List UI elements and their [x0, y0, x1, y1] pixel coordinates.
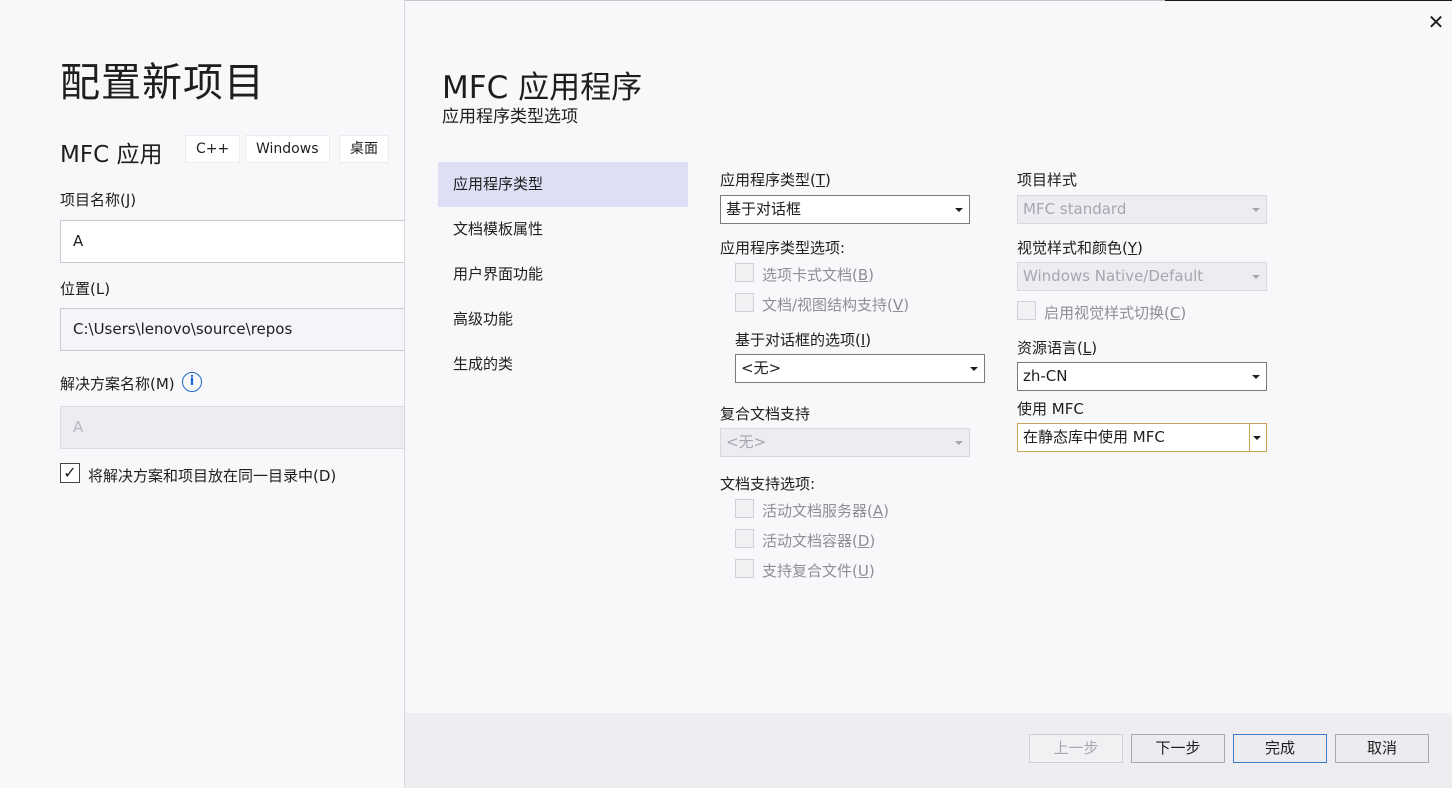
enable-visual-switch-label: 启用视觉样式切换(C) [1044, 304, 1187, 322]
nav-item-advanced[interactable]: 高级功能 [438, 297, 688, 342]
same-dir-checkbox[interactable]: ✓ [60, 463, 80, 483]
active-doc-container-label: 活动文档容器(D) [762, 532, 876, 550]
mfc-wizard-dialog: ✕ MFC 应用程序 应用程序类型选项 应用程序类型 文档模板属性 用户界面功能… [404, 0, 1452, 788]
dialog-options-select[interactable]: <无> [735, 354, 985, 383]
project-name-label: 项目名称(J) [60, 191, 137, 209]
location-input[interactable]: C:\Users\lenovo\source\repos [60, 308, 420, 351]
nav-item-generated-classes[interactable]: 生成的类 [438, 342, 688, 387]
use-mfc-label: 使用 MFC [1017, 400, 1084, 418]
compound-file-label: 支持复合文件(U) [762, 562, 875, 580]
visual-style-value: Windows Native/Default [1023, 267, 1204, 285]
close-icon[interactable]: ✕ [1424, 10, 1448, 34]
compound-file-checkbox [735, 559, 754, 578]
prev-button: 上一步 [1029, 734, 1123, 763]
next-button[interactable]: 下一步 [1131, 734, 1225, 763]
active-doc-server-checkbox [735, 499, 754, 518]
doc-view-label: 文档/视图结构支持(V) [762, 296, 910, 314]
chevron-down-icon [970, 367, 978, 371]
compound-doc-value: <无> [726, 433, 767, 451]
chevron-down-icon [955, 441, 963, 445]
dialog-subtitle: 应用程序类型选项 [442, 107, 578, 127]
cancel-button[interactable]: 取消 [1335, 734, 1429, 763]
dialog-title: MFC 应用程序 [442, 70, 643, 106]
chevron-down-icon [955, 208, 963, 212]
dialog-top-border [405, 0, 1165, 1]
visual-style-label: 视觉样式和颜色(Y) [1017, 239, 1143, 257]
resource-lang-label: 资源语言(L) [1017, 339, 1098, 357]
active-doc-container-checkbox [735, 529, 754, 548]
solution-name-label: 解决方案名称(M) [60, 375, 175, 393]
enable-visual-switch-checkbox [1017, 301, 1036, 320]
tabbed-docs-checkbox [735, 263, 754, 282]
info-icon[interactable]: i [182, 372, 202, 392]
active-doc-server-label: 活动文档服务器(A) [762, 502, 889, 520]
doc-support-label: 文档支持选项: [720, 475, 816, 493]
use-mfc-select[interactable]: 在静态库中使用 MFC [1017, 423, 1267, 452]
template-name: MFC 应用 [60, 142, 163, 168]
visual-style-select: Windows Native/Default [1017, 262, 1267, 291]
project-style-value: MFC standard [1023, 200, 1127, 218]
finish-button[interactable]: 完成 [1233, 734, 1327, 763]
wizard-nav: 应用程序类型 文档模板属性 用户界面功能 高级功能 生成的类 [438, 162, 688, 387]
chevron-down-icon [1252, 375, 1260, 379]
app-type-select[interactable]: 基于对话框 [720, 195, 970, 224]
location-label: 位置(L) [60, 280, 111, 298]
app-type-options-label: 应用程序类型选项: [720, 239, 846, 257]
resource-lang-select[interactable]: zh-CN [1017, 362, 1267, 391]
compound-doc-select: <无> [720, 428, 970, 457]
tag-desktop: 桌面 [339, 135, 389, 163]
same-dir-label: 将解决方案和项目放在同一目录中(D) [88, 467, 337, 485]
app-type-label: 应用程序类型(T) [720, 171, 831, 189]
tag-cpp: C++ [185, 135, 241, 163]
dialog-options-value: <无> [741, 359, 782, 377]
tag-windows: Windows [245, 135, 330, 163]
project-style-select: MFC standard [1017, 195, 1267, 224]
project-style-label: 项目样式 [1017, 171, 1078, 189]
configure-project-panel: 配置新项目 MFC 应用 C++ Windows 桌面 项目名称(J) A 位置… [0, 0, 420, 788]
nav-item-doc-template[interactable]: 文档模板属性 [438, 207, 688, 252]
compound-doc-label: 复合文档支持 [720, 405, 811, 423]
doc-view-checkbox [735, 293, 754, 312]
chevron-down-icon [1253, 436, 1261, 440]
project-name-input[interactable]: A [60, 220, 420, 263]
chevron-down-icon [1252, 208, 1260, 212]
app-type-value: 基于对话框 [726, 200, 802, 218]
nav-item-ui-features[interactable]: 用户界面功能 [438, 252, 688, 297]
resource-lang-value: zh-CN [1023, 367, 1068, 385]
chevron-down-icon [1252, 275, 1260, 279]
dialog-options-label: 基于对话框的选项(I) [735, 331, 872, 349]
dialog-footer: 上一步 下一步 完成 取消 [405, 713, 1452, 788]
solution-name-input: A [60, 406, 420, 449]
dialog-top-border-dark [1165, 0, 1452, 1]
page-title: 配置新项目 [60, 60, 265, 106]
nav-item-app-type[interactable]: 应用程序类型 [438, 162, 688, 207]
use-mfc-value: 在静态库中使用 MFC [1023, 428, 1165, 446]
tabbed-docs-label: 选项卡式文档(B) [762, 266, 875, 284]
